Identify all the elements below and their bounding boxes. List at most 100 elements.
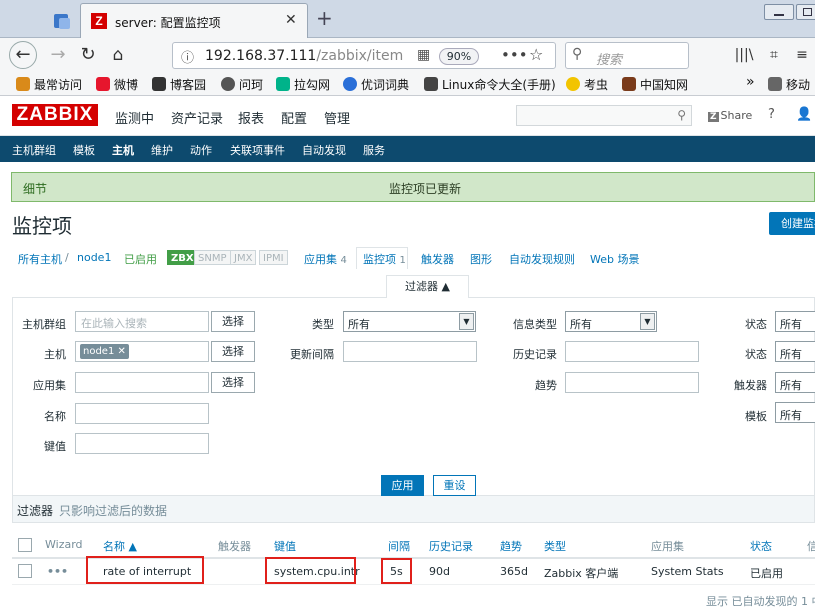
library-icon[interactable]: |||\: [730, 42, 758, 68]
remove-chip-icon[interactable]: ✕: [118, 346, 126, 357]
key-input[interactable]: [75, 433, 209, 454]
share-link[interactable]: Z Share: [708, 109, 752, 122]
graphs-link[interactable]: 图形: [470, 251, 492, 267]
status-select[interactable]: 所有: [775, 341, 815, 362]
header-key[interactable]: 键值: [274, 538, 296, 554]
header-applications: 应用集: [651, 540, 684, 553]
header-history[interactable]: 历史记录: [429, 538, 473, 554]
filter-toggle-tab[interactable]: 过滤器 ▲: [386, 275, 469, 298]
more-bookmarks-icon[interactable]: »: [746, 74, 755, 90]
bookmark-cnki[interactable]: 中国知网: [622, 76, 688, 93]
host-select-button[interactable]: 选择: [211, 341, 255, 362]
triggers-link[interactable]: 触发器: [421, 251, 454, 267]
template-select[interactable]: 所有: [775, 402, 815, 423]
host-input[interactable]: node1 ✕: [75, 341, 209, 362]
web-scenarios-link[interactable]: Web 场景: [590, 251, 639, 267]
create-item-button[interactable]: 创建监控项: [769, 212, 815, 235]
menu-monitoring[interactable]: 监测中: [115, 108, 154, 127]
submenu-templates[interactable]: 模板: [73, 142, 95, 158]
screenshot-icon[interactable]: ⌗: [760, 42, 788, 68]
host-chip[interactable]: node1 ✕: [80, 344, 129, 359]
new-tab-button[interactable]: +: [316, 6, 333, 30]
header-status[interactable]: 状态: [750, 538, 772, 554]
history-input[interactable]: [565, 341, 699, 362]
submenu-discovery[interactable]: 自动发现: [302, 142, 346, 158]
items-link[interactable]: 监控项 1: [363, 251, 406, 267]
menu-icon[interactable]: ≡: [788, 42, 815, 68]
submenu-services[interactable]: 服务: [363, 142, 385, 158]
header-trends[interactable]: 趋势: [500, 538, 522, 554]
application-input[interactable]: [75, 372, 209, 393]
submenu-maintenance[interactable]: 维护: [151, 142, 173, 158]
select-all-checkbox[interactable]: [18, 538, 32, 552]
bookmark-cnblogs[interactable]: 博客园: [152, 76, 206, 93]
application-select-button[interactable]: 选择: [211, 372, 255, 393]
item-status-link[interactable]: 已启用: [750, 565, 783, 581]
submenu-hosts[interactable]: 主机: [112, 142, 134, 158]
info-type-select[interactable]: 所有 ▼: [565, 311, 657, 332]
forward-arrow-icon[interactable]: →: [44, 42, 72, 68]
home-icon[interactable]: ⌂: [104, 42, 132, 68]
reset-filter-button[interactable]: 重设: [433, 475, 476, 496]
maximize-window-button[interactable]: [796, 4, 815, 20]
url-text[interactable]: 192.168.37.111/zabbix/item: [205, 48, 403, 64]
bookmark-mobile[interactable]: 移动: [768, 76, 810, 93]
triggers-select[interactable]: 所有: [775, 372, 815, 393]
bookmark-most-visited[interactable]: 最常访问: [16, 76, 82, 93]
message-details-link[interactable]: 细节: [23, 180, 47, 197]
wizard-menu-icon[interactable]: •••: [47, 565, 68, 578]
menu-administration[interactable]: 管理: [324, 108, 350, 127]
state-select[interactable]: 所有: [775, 311, 815, 332]
zabbix-logo[interactable]: ZABBIX: [12, 104, 98, 126]
active-tab[interactable]: Z server: 配置监控项 ✕: [80, 3, 308, 39]
bookmark-youci[interactable]: 优词词典: [343, 76, 409, 93]
applications-link[interactable]: 应用集 4: [304, 251, 347, 267]
bookmark-wenke[interactable]: 问珂: [221, 76, 263, 93]
header-wizard: Wizard: [45, 538, 83, 551]
close-tab-icon[interactable]: ✕: [285, 12, 297, 28]
header-interval[interactable]: 间隔: [388, 538, 410, 554]
row-checkbox[interactable]: [18, 564, 32, 578]
submenu-actions[interactable]: 动作: [190, 142, 212, 158]
type-select[interactable]: 所有 ▼: [343, 311, 476, 332]
host-link[interactable]: node1: [77, 251, 111, 264]
interval-input[interactable]: [343, 341, 477, 362]
menu-inventory[interactable]: 资产记录: [171, 108, 223, 127]
browser-search-box[interactable]: ⚲ 搜索: [565, 42, 689, 69]
back-arrow-icon[interactable]: ←: [9, 41, 37, 69]
host-group-select-button[interactable]: 选择: [211, 311, 255, 332]
global-search-input[interactable]: ⚲: [516, 105, 692, 126]
browser-nav-bar: ← → ↻ ⌂ ⓘ 192.168.37.111/zabbix/item ▦ 9…: [0, 38, 815, 72]
bookmark-label: 微博: [114, 78, 139, 92]
gear-icon: [16, 77, 30, 91]
menu-reports[interactable]: 报表: [238, 108, 264, 127]
trends-input[interactable]: [565, 372, 699, 393]
user-profile-icon[interactable]: 👤: [796, 107, 812, 122]
bookmark-kaochong[interactable]: 考虫: [566, 76, 608, 93]
qr-code-icon[interactable]: ▦: [417, 47, 430, 63]
host-group-input[interactable]: 在此输入搜索: [75, 311, 209, 332]
more-actions-icon[interactable]: •••: [501, 46, 528, 64]
minimize-window-button[interactable]: [764, 4, 794, 20]
inactive-tab[interactable]: [44, 5, 80, 38]
bookmark-weibo[interactable]: 微博: [96, 76, 138, 93]
menu-configuration[interactable]: 配置: [281, 108, 307, 127]
bookmark-linux-commands[interactable]: Linux命令大全(手册): [424, 76, 556, 93]
weibo-icon: [96, 77, 110, 91]
apply-filter-button[interactable]: 应用: [381, 475, 424, 496]
header-name[interactable]: 名称 ▲: [103, 538, 137, 554]
snmp-availability-badge: SNMP: [194, 250, 231, 265]
zoom-level[interactable]: 90%: [439, 48, 479, 65]
site-info-icon[interactable]: ⓘ: [181, 47, 194, 66]
bookmark-star-icon[interactable]: ☆: [529, 45, 543, 64]
name-input[interactable]: [75, 403, 209, 424]
all-hosts-link[interactable]: 所有主机: [18, 251, 62, 267]
header-type[interactable]: 类型: [544, 538, 566, 554]
submenu-correlation[interactable]: 关联项事件: [230, 142, 285, 158]
bookmark-lagou[interactable]: 拉勾网: [276, 76, 330, 93]
help-icon[interactable]: ?: [768, 107, 775, 122]
discovery-rules-link[interactable]: 自动发现规则: [509, 251, 575, 267]
address-bar[interactable]: ⓘ 192.168.37.111/zabbix/item ▦ 90% ••• ☆: [172, 42, 556, 69]
submenu-host-groups[interactable]: 主机群组: [12, 142, 56, 158]
reload-icon[interactable]: ↻: [74, 42, 102, 68]
